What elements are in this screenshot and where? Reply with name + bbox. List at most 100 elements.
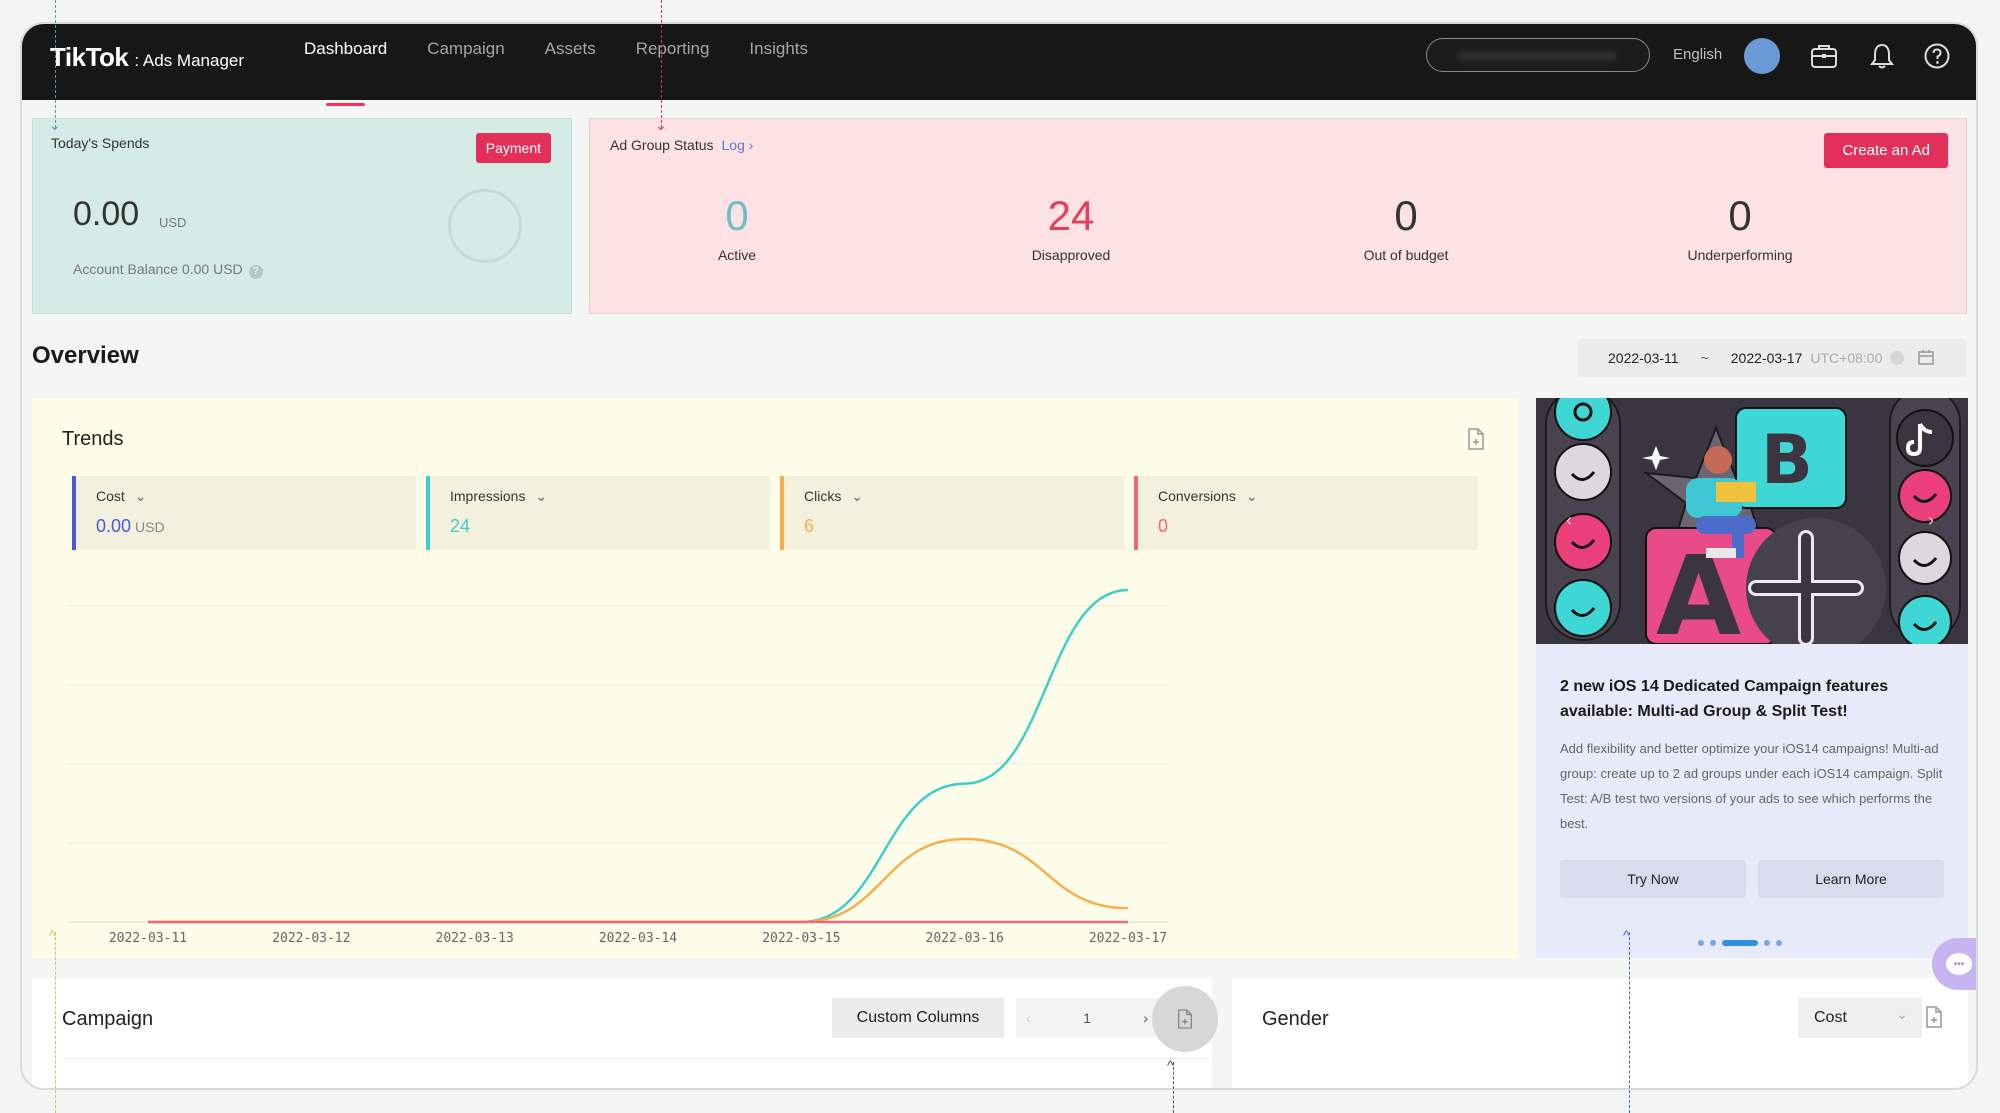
chevron-down-icon: ⌄ xyxy=(851,488,863,504)
stat-underperforming[interactable]: 0 Underperforming xyxy=(1640,191,1840,263)
logo-subtitle: : Ads Manager xyxy=(134,51,245,70)
campaign-title: Campaign xyxy=(62,1008,154,1030)
series-line-impressions xyxy=(148,588,1129,924)
table-header-divider xyxy=(62,1058,1212,1059)
next-page-icon[interactable]: › xyxy=(1143,1010,1148,1026)
metric-impressions-card[interactable]: Impressions ⌄ 24 xyxy=(426,476,770,550)
metric-value: 24 xyxy=(450,516,471,536)
logo-brand: TikTok xyxy=(50,42,129,72)
carousel-prev-icon[interactable]: ‹ xyxy=(1566,510,1572,531)
x-tick-label: 2022-03-17 xyxy=(1089,931,1167,946)
date-start: 2022-03-11 xyxy=(1608,350,1679,366)
nav-insights[interactable]: Insights xyxy=(749,24,808,100)
log-link[interactable]: Log › xyxy=(722,137,754,153)
create-ad-button[interactable]: Create an Ad xyxy=(1824,133,1948,168)
nav-campaign[interactable]: Campaign xyxy=(427,24,505,100)
prev-page-icon[interactable]: ‹ xyxy=(1026,1010,1031,1026)
current-page[interactable]: 1 xyxy=(1083,1010,1091,1026)
series-line-clicks xyxy=(148,837,1129,924)
timezone-help-icon[interactable] xyxy=(1890,351,1905,365)
carousel-dot[interactable] xyxy=(1698,940,1704,946)
metric-label-text: Clicks xyxy=(804,488,842,504)
ad-group-status-label: Ad Group Status xyxy=(610,137,714,153)
stat-active[interactable]: 0 Active xyxy=(637,191,837,263)
metric-label-text: Conversions xyxy=(1158,488,1236,504)
calendar-icon[interactable] xyxy=(1918,349,1935,368)
help-icon[interactable] xyxy=(1919,38,1955,74)
pagination: ‹ 1 › xyxy=(1016,998,1158,1038)
date-range-picker[interactable]: 2022-03-11 ~ 2022-03-17 UTC+08:00 xyxy=(1578,339,1966,377)
spends-currency: USD xyxy=(159,215,187,230)
trends-panel: Trends Cost ⌄ 0.00 USD Impressions ⌄ 24 C… xyxy=(32,398,1518,958)
gender-panel: Gender Cost ⌄ xyxy=(1232,978,1968,1088)
stat-label: Underperforming xyxy=(1687,247,1793,263)
learn-more-button[interactable]: Learn More xyxy=(1758,860,1944,898)
top-navigation-bar: TikTok : Ads Manager Dashboard Campaign … xyxy=(22,24,1976,106)
balance-help-icon[interactable]: ? xyxy=(248,265,263,279)
promo-description: Add flexibility and better optimize your… xyxy=(1560,741,1943,831)
stat-value: 0 xyxy=(1394,192,1418,239)
log-link-label: Log xyxy=(721,137,745,153)
stat-value: 0 xyxy=(725,192,749,239)
metric-label-text: Cost xyxy=(96,488,125,504)
app-window: TikTok : Ads Manager Dashboard Campaign … xyxy=(20,22,1978,1090)
stat-disapproved[interactable]: 24 Disapproved xyxy=(971,191,1171,263)
todays-spends-card: Today's Spends Payment 0.00 USD Account … xyxy=(32,118,572,314)
nav-dashboard[interactable]: Dashboard xyxy=(304,24,387,106)
campaign-export-button[interactable] xyxy=(1152,986,1218,1052)
guide-line xyxy=(55,932,56,1113)
carousel-next-icon[interactable]: › xyxy=(1928,510,1934,531)
export-icon xyxy=(1178,1009,1192,1029)
stat-value: 24 xyxy=(1047,192,1095,239)
gender-metric-select[interactable]: Cost ⌄ xyxy=(1798,998,1922,1038)
chevron-right-icon: › xyxy=(748,137,754,153)
metric-label-text: Impressions xyxy=(450,488,526,504)
tiktok-ads-logo[interactable]: TikTok : Ads Manager xyxy=(50,42,244,73)
metric-label: Cost ⌄ xyxy=(96,488,146,505)
try-now-button[interactable]: Try Now xyxy=(1560,860,1746,898)
nav-reporting[interactable]: Reporting xyxy=(636,24,710,100)
carousel-dot-active[interactable] xyxy=(1722,940,1758,946)
chevron-down-icon: ⌄ xyxy=(1896,1006,1908,1022)
carousel-dot[interactable] xyxy=(1764,940,1770,946)
stat-label: Out of budget xyxy=(1363,247,1449,263)
date-end: 2022-03-17 xyxy=(1730,350,1803,366)
gender-title: Gender xyxy=(1262,1008,1329,1030)
chat-support-button[interactable]: ••• xyxy=(1932,938,1976,990)
metric-value: 6 xyxy=(804,516,815,536)
main-nav: Dashboard Campaign Assets Reporting Insi… xyxy=(304,24,848,106)
account-selector[interactable] xyxy=(1426,38,1650,72)
custom-columns-button[interactable]: Custom Columns xyxy=(832,998,1004,1038)
x-tick-label: 2022-03-14 xyxy=(599,931,677,946)
carousel-dot[interactable] xyxy=(1776,940,1782,946)
metric-value: 0.00 USD xyxy=(96,516,165,537)
export-icon[interactable] xyxy=(1466,428,1486,450)
metric-clicks-card[interactable]: Clicks ⌄ 6 xyxy=(780,476,1124,550)
metric-label: Impressions ⌄ xyxy=(450,488,547,505)
spend-ring-chart xyxy=(448,189,522,263)
ad-group-status-card: Ad Group Status Log › Create an Ad 0 Acti… xyxy=(589,118,1967,314)
promo-title: 2 new iOS 14 Dedicated Campaign features… xyxy=(1560,678,1889,720)
promo-carousel: B A ‹ › 2 new iOS 14 Dedicated Campaign … xyxy=(1536,398,1968,958)
x-tick-label: 2022-03-13 xyxy=(436,931,514,946)
guide-line xyxy=(1629,932,1630,1113)
bell-icon[interactable] xyxy=(1864,38,1900,74)
stat-out-of-budget[interactable]: 0 Out of budget xyxy=(1306,191,1506,263)
x-tick-label: 2022-03-11 xyxy=(109,931,187,946)
metric-label: Clicks ⌄ xyxy=(804,488,863,505)
metric-conversions-card[interactable]: Conversions ⌄ 0 xyxy=(1134,476,1478,550)
nav-assets[interactable]: Assets xyxy=(545,24,596,100)
gender-metric-value: Cost xyxy=(1814,1009,1847,1026)
avatar[interactable] xyxy=(1744,38,1780,74)
guide-line xyxy=(55,0,56,128)
metric-cost-card[interactable]: Cost ⌄ 0.00 USD xyxy=(72,476,416,550)
briefcase-icon[interactable] xyxy=(1806,38,1842,74)
language-selector[interactable]: English xyxy=(1673,46,1722,63)
date-separator: ~ xyxy=(1700,350,1709,366)
metric-value: 0 xyxy=(1158,516,1169,536)
export-icon[interactable] xyxy=(1924,1006,1944,1028)
stat-label: Active xyxy=(717,247,757,263)
arrow-down-icon: ⌄ xyxy=(655,117,667,133)
carousel-dot[interactable] xyxy=(1710,940,1716,946)
payment-button[interactable]: Payment xyxy=(475,133,551,163)
